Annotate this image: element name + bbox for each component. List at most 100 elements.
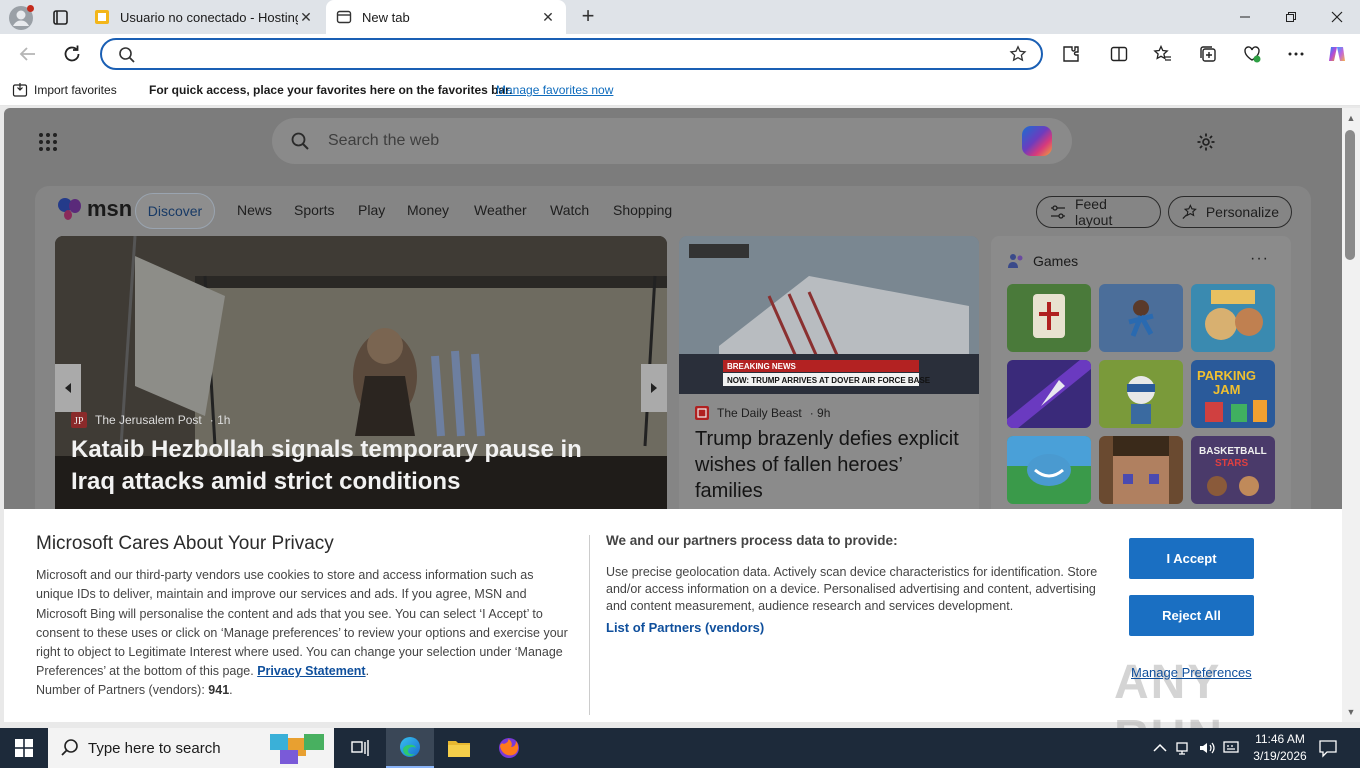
scroll-down-icon[interactable]: ▼ [1343,704,1359,720]
game-tile-mahjong[interactable] [1007,284,1091,352]
game-tile-parking-jam[interactable]: PARKING JAM [1191,360,1275,428]
app-launcher-icon[interactable] [38,132,58,152]
volume-icon[interactable] [1197,738,1217,758]
search-icon [119,47,135,63]
taskbar-edge[interactable] [386,728,434,768]
manage-preferences-link[interactable]: Manage Preferences [1131,665,1252,680]
edge-browser-icon [400,737,420,757]
import-favorites-button[interactable]: Import favorites [12,82,117,98]
taskbar-file-explorer[interactable] [435,728,483,768]
tab-close-icon[interactable]: ✕ [298,9,314,25]
game-tile-cartoon[interactable] [1191,284,1275,352]
tab-actions-icon[interactable] [46,6,74,30]
taskbar-search-box[interactable]: Type here to search [48,728,334,768]
feed-layout-label: Feed layout [1074,196,1113,228]
firefox-icon [499,738,519,758]
nav-tab-shopping[interactable]: Shopping [613,202,672,218]
scrollbar-thumb[interactable] [1345,130,1355,260]
scroll-up-icon[interactable]: ▲ [1343,110,1359,126]
nav-tab-sports[interactable]: Sports [294,202,334,218]
feed-layout-button[interactable]: Feed layout [1036,196,1161,228]
notifications-icon[interactable] [1318,738,1338,758]
refresh-icon[interactable] [60,42,84,66]
ninja-game-icon [1127,376,1155,424]
network-icon[interactable] [1173,738,1193,758]
games-more-options-icon[interactable]: ··· [1250,250,1269,268]
hero-headline[interactable]: Kataib Hezbollah signals temporary pause… [71,434,631,498]
personalize-star-icon [1182,204,1197,219]
nav-tab-play[interactable]: Play [358,202,385,218]
game-tile-basketball-stars[interactable]: BASKETBALL STARS [1191,436,1275,504]
carousel-next-button[interactable] [641,364,667,412]
partners-count-label: Number of Partners (vendors): [36,683,205,697]
privacy-statement-link[interactable]: Privacy Statement [257,664,365,678]
svg-text:JAM: JAM [1213,382,1240,397]
extensions-icon[interactable] [1061,44,1081,64]
list-of-partners-link[interactable]: List of Partners (vendors) [606,620,764,635]
start-button[interactable] [0,728,48,768]
copilot-search-icon[interactable] [1022,126,1052,156]
runner-game-icon [1128,300,1154,337]
minimize-button[interactable] [1222,0,1268,34]
reject-all-button[interactable]: Reject All [1129,595,1254,636]
collections-icon[interactable] [1198,44,1218,64]
personalize-button[interactable]: Personalize [1168,196,1292,228]
games-widget: Games ··· PARKING JAM BASKETBALL STARS [991,236,1291,536]
game-tile-soccer[interactable] [1007,436,1091,504]
msn-logo[interactable]: msn [57,196,132,222]
input-method-icon[interactable] [1221,738,1241,758]
browser-essentials-icon[interactable] [1242,44,1262,64]
carousel-prev-button[interactable] [55,364,81,412]
web-search-placeholder: Search the web [328,132,440,149]
privacy-body: Microsoft and our third-party vendors us… [36,568,568,679]
new-tab-favicon-icon [336,10,352,24]
tab-hosting[interactable]: Usuario no conectado - Hosting ✕ [84,0,324,34]
soccer-game-icon [1007,436,1091,486]
show-hidden-icons-icon[interactable] [1150,738,1170,758]
tab-title: Usuario no conectado - Hosting [120,9,298,25]
restore-button[interactable] [1268,0,1314,34]
game-tile-rocket[interactable] [1007,360,1091,428]
tab-close-icon[interactable]: ✕ [540,9,556,25]
taskbar-firefox[interactable] [485,728,533,768]
close-window-button[interactable] [1314,0,1360,34]
profile-notification-dot [27,5,34,12]
games-title: Games [1033,253,1079,269]
breaking-news-label: BREAKING NEWS [727,362,797,371]
new-tab-button[interactable]: + [576,5,600,29]
privacy-title: Microsoft Cares About Your Privacy [36,533,334,554]
games-header: Games [1007,252,1078,270]
card-source-name: The Daily Beast [717,406,802,420]
game-tile-ninja[interactable] [1099,360,1183,428]
web-search-box[interactable]: Search the web [272,118,1072,164]
copilot-icon[interactable] [1327,44,1347,64]
svg-text:JP: JP [74,416,84,427]
more-options-icon[interactable] [1286,44,1306,64]
address-input[interactable] [146,44,996,64]
favorites-icon[interactable] [1153,44,1173,64]
taskbar-search-placeholder: Type here to search [88,739,221,757]
system-clock[interactable]: 11:46 AM 3/19/2026 [1250,731,1310,765]
game-tile-runner[interactable] [1099,284,1183,352]
nav-tab-weather[interactable]: Weather [474,202,527,218]
settings-gear-icon[interactable] [1196,132,1216,152]
tab-new-tab[interactable]: New tab ✕ [326,0,566,34]
partners-count: Number of Partners (vendors): 941. [36,683,233,697]
nav-tab-money[interactable]: Money [407,202,449,218]
back-arrow-icon[interactable] [16,42,40,66]
split-screen-icon[interactable] [1109,44,1129,64]
card-age: · 9h [809,406,831,420]
address-bar[interactable] [100,38,1043,70]
task-view-button[interactable] [336,728,384,768]
nav-tab-watch[interactable]: Watch [550,202,589,218]
sliders-icon [1050,205,1065,219]
nav-tab-discover[interactable]: Discover [135,193,215,229]
news-card[interactable]: BREAKING NEWS NOW: TRUMP ARRIVES AT DOVE… [679,236,979,536]
manage-favorites-link[interactable]: Manage favorites now [496,83,613,97]
card-headline[interactable]: Trump brazenly defies explicit wishes of… [695,426,965,504]
accept-button[interactable]: I Accept [1129,538,1254,579]
game-tile-blocks[interactable] [1099,436,1183,504]
favorite-star-icon[interactable] [1009,45,1027,63]
nav-tab-news[interactable]: News [237,202,272,218]
hero-news-card[interactable]: JP The Jerusalem Post · 1h Kataib Hezbol… [55,236,667,536]
